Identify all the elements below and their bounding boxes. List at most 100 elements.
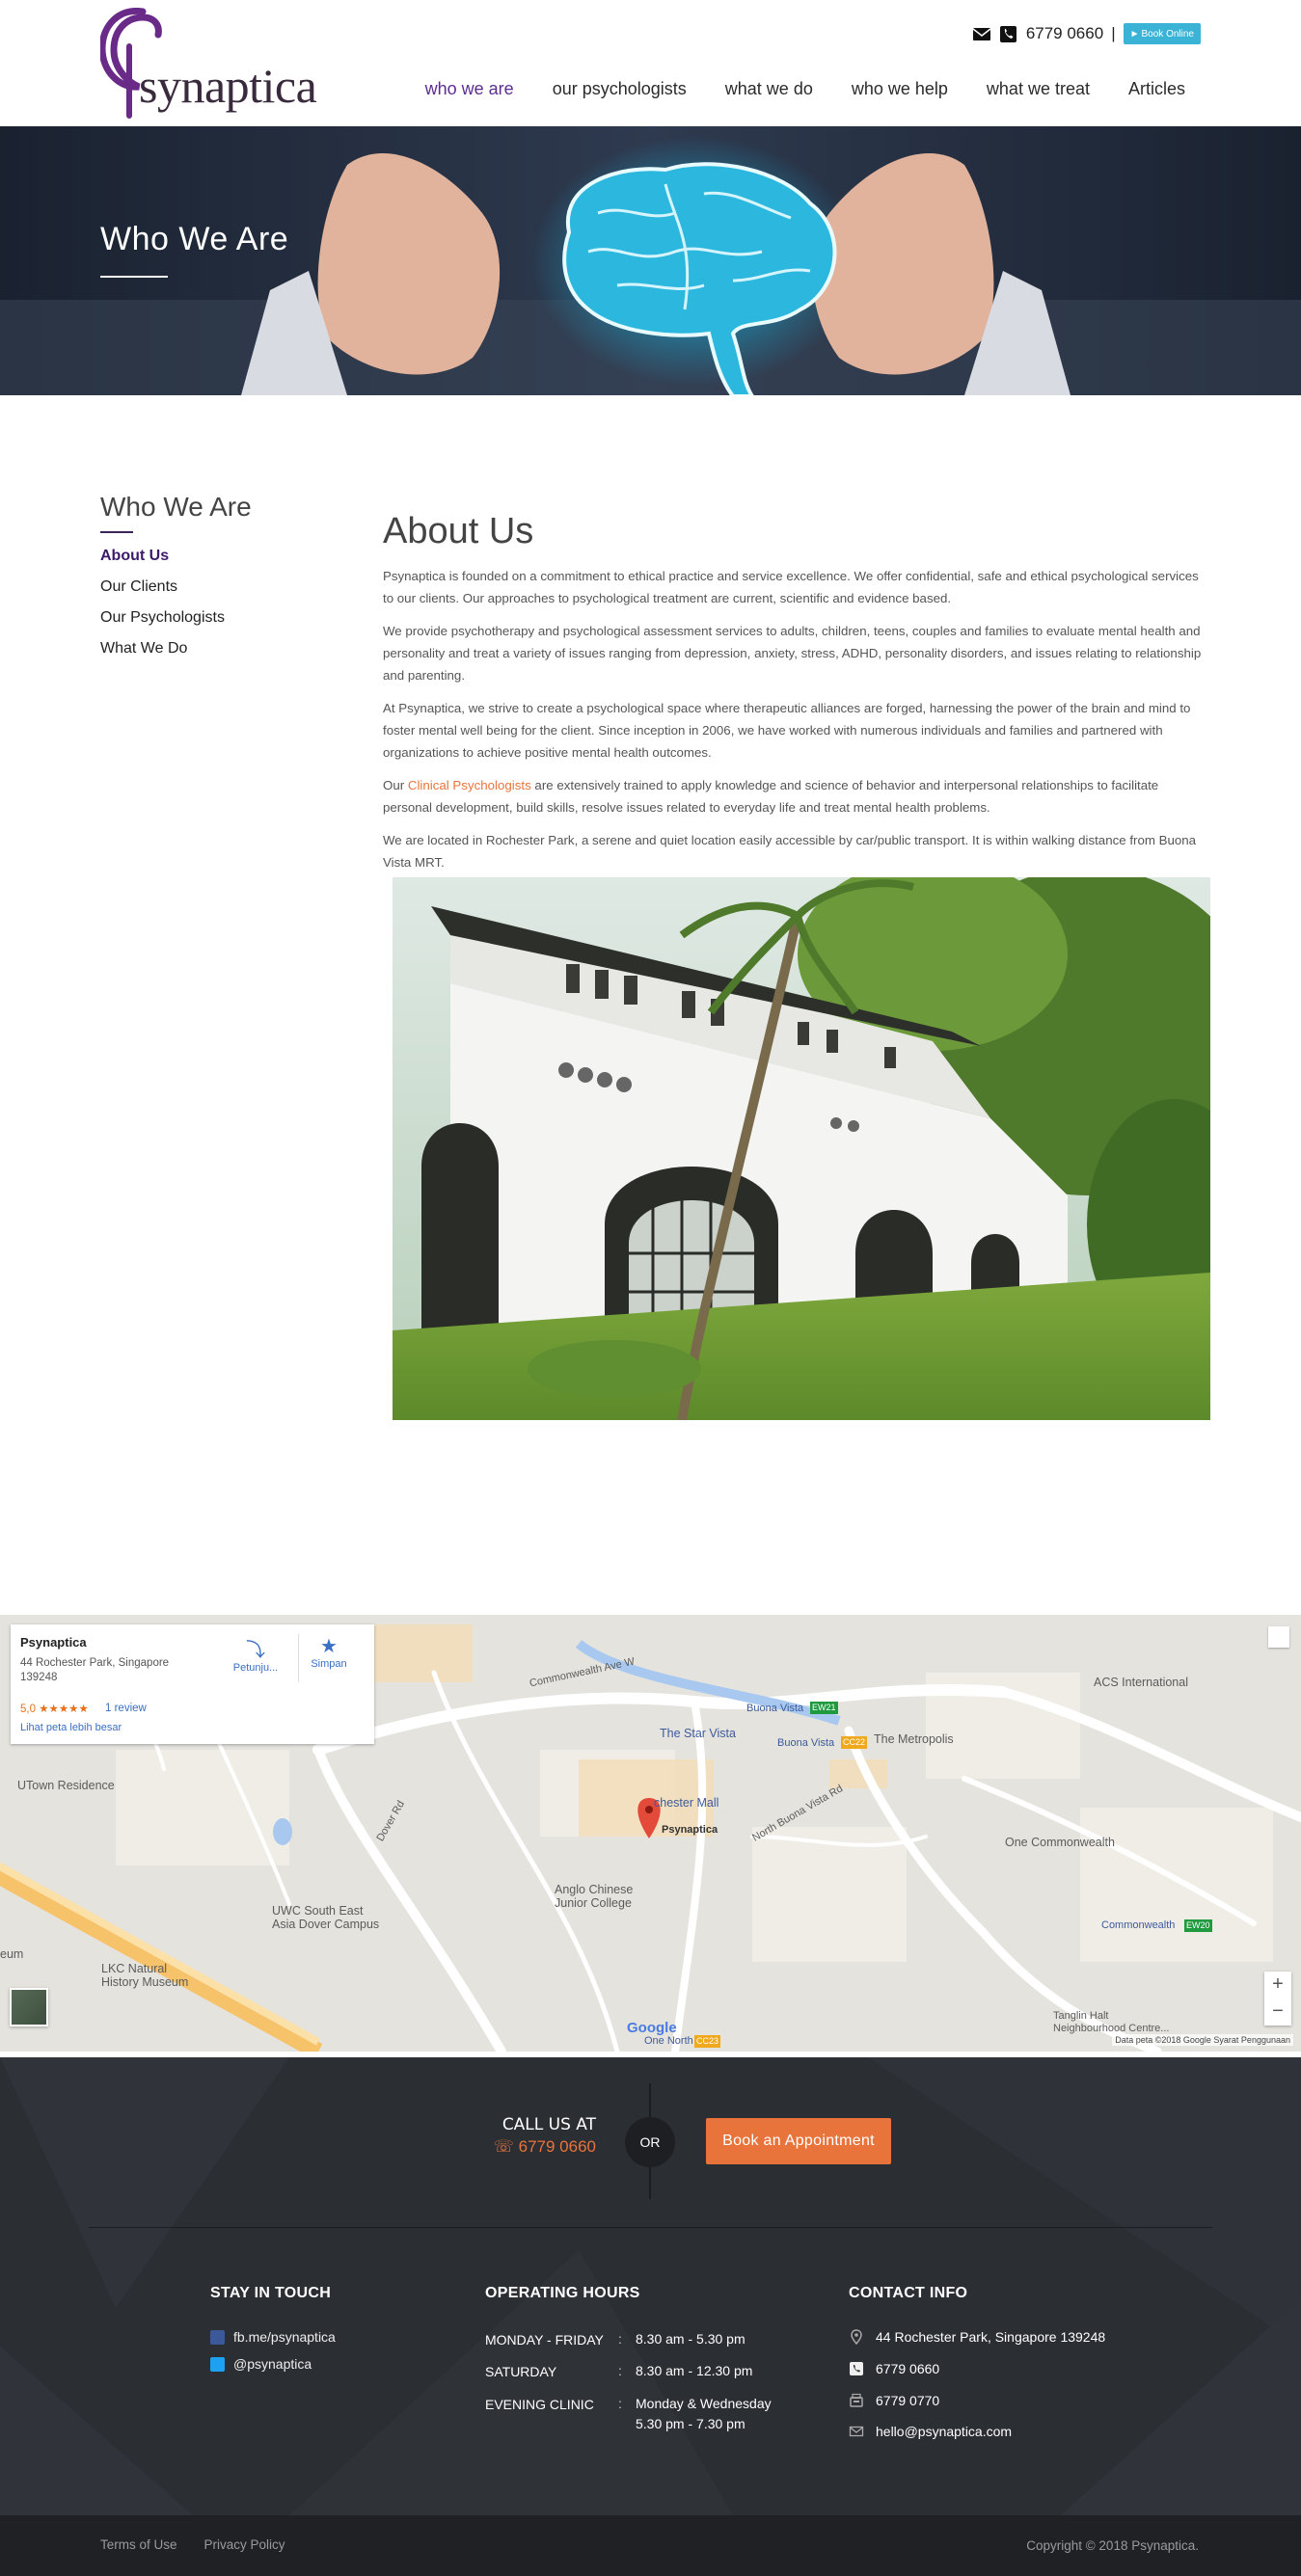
map-label-one-north: One North [644,2035,693,2047]
contact-info-title: CONTACT INFO [849,2285,968,2301]
site-footer: CALL US AT ☏ 6779 0660 OR Book an Appoin… [0,2057,1301,2515]
nav-what-we-treat[interactable]: what we treat [987,79,1090,99]
call-us-number[interactable]: ☏ 6779 0660 [482,2137,596,2157]
contact-fax: 6779 0770 [849,2393,939,2408]
call-us-label: CALL US AT [501,2115,596,2134]
header-contact-bar: 6779 0660 | ► Book Online [972,21,1201,46]
site-header: synaptica 6779 0660 | ► Book Online who … [0,0,1301,126]
facebook-label: fb.me/psynaptica [233,2329,336,2345]
map-label-utown: UTown Residence [17,1779,115,1792]
contact-phone-text: 6779 0660 [876,2361,940,2376]
phone-square-icon [850,2362,863,2375]
sidebar-item-our-psychologists[interactable]: Our Psychologists [100,607,225,638]
about-paragraph-5: We are located in Rochester Park, a sere… [383,833,1197,870]
google-logo: Google [627,2020,677,2036]
envelope-icon[interactable] [972,25,991,42]
nav-who-we-help[interactable]: who we help [852,79,948,99]
fax-icon [850,2393,863,2407]
or-badge: OR [625,2117,675,2167]
location-icon [851,2329,862,2345]
map-label-rochester-mall: chester Mall [654,1796,719,1810]
sidebar-item-what-we-do[interactable]: What We Do [100,638,225,669]
page-title: About Us [383,511,534,551]
brain-image [0,126,1301,395]
twitter-link[interactable]: @psynaptica [210,2356,312,2372]
clinical-psychologists-link[interactable]: Clinical Psychologists [408,778,531,792]
hero-title-underline [100,276,168,278]
copyright: Copyright © 2018 Psynaptica. [1026,2538,1199,2553]
directions-button[interactable]: ⤵ Petunju... [227,1634,285,1674]
nav-what-we-do[interactable]: what we do [725,79,813,99]
terms-link[interactable]: Terms of Use [100,2537,177,2552]
map-label-acs: ACS International [1094,1676,1188,1689]
contact-email[interactable]: hello@psynaptica.com [849,2424,1012,2439]
header-phone[interactable]: 6779 0660 [1026,24,1103,43]
contact-phone[interactable]: 6779 0660 [849,2361,939,2376]
book-online-button[interactable]: ► Book Online [1123,23,1201,44]
hours-day-weekday: MONDAY - FRIDAY [485,2332,604,2348]
map-card-divider [298,1634,299,1682]
map-attribution[interactable]: Data peta ©2018 Google Syarat Penggunaan [1112,2034,1293,2046]
hours-time-saturday: 8.30 am - 12.30 pm [636,2363,753,2378]
building-photo [393,877,1210,1420]
star-icon: ★★★★★ [39,1704,89,1715]
facebook-link[interactable]: fb.me/psynaptica [210,2329,336,2345]
contact-fax-text: 6779 0770 [876,2393,940,2408]
sidebar-item-our-clients[interactable]: Our Clients [100,577,225,607]
hours-time-evening: 5.30 pm - 7.30 pm [636,2416,745,2431]
psynaptica-logo[interactable]: synaptica [100,8,317,120]
location-map[interactable]: Psynaptica 44 Rochester Park, Singapore … [0,1615,1301,2052]
streetview-icon[interactable] [1268,1626,1289,1648]
about-paragraph-2: We provide psychotherapy and psychologic… [383,624,1202,683]
p4-text-before: Our [383,778,408,792]
larger-map-link[interactable]: Lihat peta lebih besar [20,1722,122,1733]
mail-icon [849,2426,864,2437]
map-label-psynaptica: Psynaptica [662,1824,718,1836]
nav-articles[interactable]: Articles [1128,79,1185,99]
phone-square-icon: ☏ [493,2137,514,2156]
satellite-toggle[interactable] [10,1988,48,2026]
zoom-in-button[interactable]: + [1264,1972,1291,1999]
call-us-number-text: 6779 0660 [518,2137,596,2156]
twitter-label: @psynaptica [233,2356,312,2372]
stay-in-touch-title: STAY IN TOUCH [210,2285,332,2301]
contact-address-text: 44 Rochester Park, Singapore 139248 [876,2329,1106,2345]
map-card-address: 44 Rochester Park, Singapore 139248 [20,1657,170,1683]
privacy-link[interactable]: Privacy Policy [204,2537,285,2552]
map-label-uwc: UWC South East Asia Dover Campus [272,1904,380,1931]
hours-day-saturday: SATURDAY [485,2364,557,2379]
sidebar-menu: About Us Our Clients Our Psychologists W… [100,546,225,669]
hero-title: Who We Are [100,221,289,257]
about-paragraph-4: Our Clinical Psychologists are extensive… [383,774,1203,818]
map-card-title: Psynaptica [20,1635,87,1650]
star-save-icon: ★ [320,1636,338,1657]
mrt-cc22: CC22 [841,1736,868,1749]
hours-colon-1: : [618,2331,622,2347]
main-nav: who we are our psychologists what we do … [425,79,1185,99]
mrt-ew21: EW21 [810,1702,838,1714]
legal-links: Terms of Use Privacy Policy [100,2537,285,2552]
sidebar-title: Who We Are [100,492,252,522]
book-appointment-button[interactable]: Book an Appointment [706,2118,891,2164]
nav-our-psychologists[interactable]: our psychologists [553,79,687,99]
zoom-out-button[interactable]: − [1264,1999,1291,2026]
save-button[interactable]: ★ Simpan [300,1634,358,1670]
mrt-ew20: EW20 [1184,1919,1212,1932]
hours-time-weekday: 8.30 am - 5.30 pm [636,2331,745,2347]
nav-who-we-are[interactable]: who we are [425,79,514,99]
about-paragraph-1: Psynaptica is founded on a commitment to… [383,569,1199,605]
about-text: Psynaptica is founded on a commitment to… [383,565,1203,884]
map-label-metropolis: The Metropolis [874,1732,954,1746]
phone-icon [999,26,1016,42]
sidebar-title-underline [100,531,133,533]
map-label-one-commonwealth: One Commonwealth [1005,1836,1115,1849]
hours-day-evening: EVENING CLINIC [485,2397,594,2412]
hours-colon-2: : [618,2363,622,2378]
map-label-commonwealth: Commonwealth [1101,1919,1176,1931]
map-card-rating: 5,0 ★★★★★ [20,1702,89,1715]
save-label: Simpan [311,1658,347,1670]
map-card-reviews[interactable]: 1 review [105,1703,147,1714]
hours-time-evening-days: Monday & Wednesday [636,2396,772,2411]
sidebar-item-about-us[interactable]: About Us [100,546,225,577]
map-label-tanglin-halt: Tanglin Halt Neighbourhood Centre... [1053,2010,1170,2034]
